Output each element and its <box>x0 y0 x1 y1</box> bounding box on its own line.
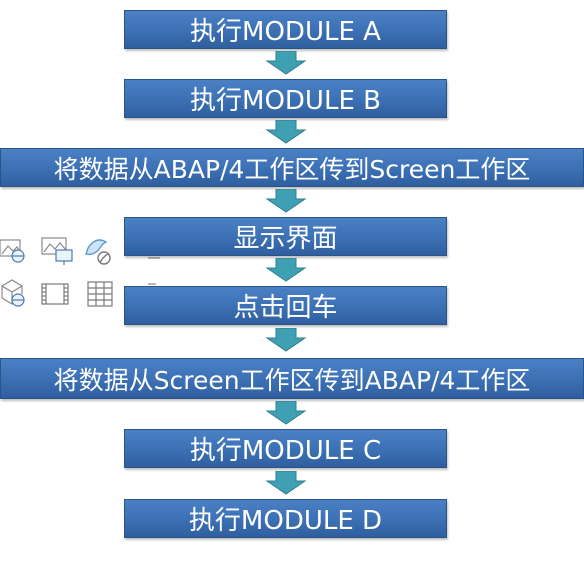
down-arrow-icon <box>265 471 307 495</box>
table-grid-icon <box>87 281 113 307</box>
down-arrow-icon <box>265 328 307 352</box>
film-strip-icon <box>41 283 69 305</box>
step-box-screen-to-abap: 将数据从Screen工作区传到ABAP/4工作区 <box>0 358 584 399</box>
bird-icon <box>85 239 111 265</box>
step-box-module-d: 执行MODULE D <box>124 499 447 538</box>
step-box-module-a: 执行MODULE A <box>124 10 447 49</box>
down-arrow-icon <box>265 401 307 425</box>
down-arrow-icon <box>265 189 307 213</box>
step-box-display-screen: 显示界面 <box>124 217 447 256</box>
down-arrow-icon <box>265 258 307 282</box>
down-arrow-icon <box>265 51 307 75</box>
step-box-press-enter: 点击回车 <box>124 286 447 325</box>
step-box-module-c: 执行MODULE C <box>124 429 447 468</box>
down-arrow-icon <box>265 120 307 144</box>
image-globe-icon <box>0 239 25 263</box>
image-monitor-icon <box>41 237 73 265</box>
cube-globe-icon <box>0 279 25 307</box>
step-box-abap-to-screen: 将数据从ABAP/4工作区传到Screen工作区 <box>0 148 584 187</box>
step-box-module-b: 执行MODULE B <box>124 79 447 118</box>
partial-icon-fragment <box>148 257 160 285</box>
